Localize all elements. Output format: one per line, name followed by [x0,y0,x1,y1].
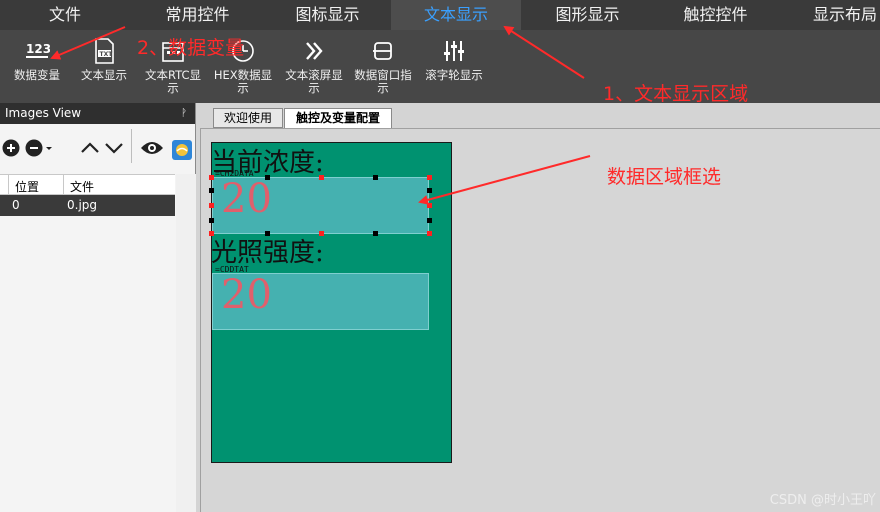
double-chevron-icon [299,36,329,66]
menu-bar: 文件 常用控件 图标显示 文本显示 图形显示 触控控件 显示布局 [0,0,880,30]
data-variable-box-2[interactable]: 20 [212,272,429,330]
hex-data-label: HEX数据显示 [213,68,273,95]
column-position[interactable]: 位置 [15,178,39,195]
row-position: 0 [12,198,20,212]
text-display-button[interactable]: TXT 文本显示 [71,36,137,82]
data-value-2: 20 [221,272,272,318]
selection-handle[interactable] [319,231,324,236]
text-scroll-button[interactable]: 文本滚屏显示 [281,36,347,95]
menu-icon-display[interactable]: 图标显示 [280,0,375,30]
data-window-label: 数据窗口指示 [354,68,412,95]
annotation-data-variable: 2、数据变量 [137,37,245,59]
images-view-toolbar [0,127,196,175]
txt-file-icon: TXT [89,36,119,66]
scroll-wheel-label: 滚字轮显示 [425,68,483,82]
svg-text:TXT: TXT [100,51,114,58]
add-icon[interactable] [2,139,20,161]
eye-icon[interactable] [140,139,164,161]
data-value-1: 20 [221,176,272,222]
annotation-data-region: 数据区域框选 [607,166,722,188]
menu-text-display[interactable]: 文本显示 [391,0,521,30]
selection-handle[interactable] [427,231,432,236]
light-intensity-label: 光照强度: [211,238,324,268]
menu-common-controls[interactable]: 常用控件 [150,0,245,30]
selection-handle[interactable] [427,218,432,223]
column-divider [8,175,9,194]
device-screen[interactable]: 当前浓度: =CH2DATA 20 光照强度: =CDDTAT 20 [209,142,452,463]
data-variable-label: 数据变量 [14,68,60,82]
move-down-icon[interactable] [104,139,124,161]
selection-handle[interactable] [265,231,270,236]
text-display-label: 文本显示 [81,68,127,82]
selection-handle[interactable] [209,231,214,236]
watermark: CSDN @时小王吖 [769,493,876,508]
text-scroll-label: 文本滚屏显示 [285,68,343,95]
pin-icon[interactable]: ᚹ [181,103,187,124]
menu-touch-controls[interactable]: 触控控件 [668,0,763,30]
selection-handle[interactable] [427,175,432,180]
annotation-text-area: 1、文本显示区域 [603,83,749,105]
images-view-title-bar: Images View ᚹ [0,103,195,124]
images-view-title: Images View [5,106,82,120]
selection-handle[interactable] [209,218,214,223]
tab-welcome[interactable]: 欢迎使用 [213,108,283,128]
selection-handle[interactable] [209,188,214,193]
selection-handle[interactable] [373,175,378,180]
images-view-panel: Images View ᚹ 位置 文件 0 0.jpg [0,103,196,512]
selection-handle[interactable] [427,203,432,208]
selection-handle[interactable] [209,175,214,180]
scroll-wheel-button[interactable]: 滚字轮显示 [421,36,487,82]
menu-graphic-display[interactable]: 图形显示 [540,0,635,30]
svg-text:123: 123 [26,42,50,56]
selection-handle[interactable] [265,175,270,180]
images-table: 位置 文件 0 0.jpg [0,174,175,216]
text-rtc-label: 文本RTC显示 [144,68,202,95]
remove-icon[interactable] [25,139,53,161]
menu-display-layout[interactable]: 显示布局 [800,0,880,30]
images-table-header: 位置 文件 [0,174,175,195]
toolbar-divider [131,129,132,163]
menu-file[interactable]: 文件 [20,0,110,30]
data-variable-button[interactable]: 123 数据变量 [4,36,70,82]
data-variable-box-1[interactable]: 20 [212,176,429,234]
slider-bars-icon [439,36,469,66]
selection-handle[interactable] [427,188,432,193]
tab-touch-variable-config[interactable]: 触控及变量配置 [284,108,392,128]
table-row[interactable]: 0 0.jpg [0,195,175,216]
column-file[interactable]: 文件 [70,178,94,195]
data-window-button[interactable]: 数据窗口指示 [350,36,416,95]
column-divider [63,175,64,194]
selection-handle[interactable] [373,231,378,236]
selection-handle[interactable] [209,203,214,208]
number-123-icon: 123 [22,36,52,66]
data-window-icon [368,36,398,66]
row-file: 0.jpg [67,198,98,212]
move-up-icon[interactable] [80,139,100,161]
vertical-scrollbar[interactable] [176,174,196,512]
image-preview-icon[interactable] [171,139,193,165]
selection-handle[interactable] [319,175,324,180]
